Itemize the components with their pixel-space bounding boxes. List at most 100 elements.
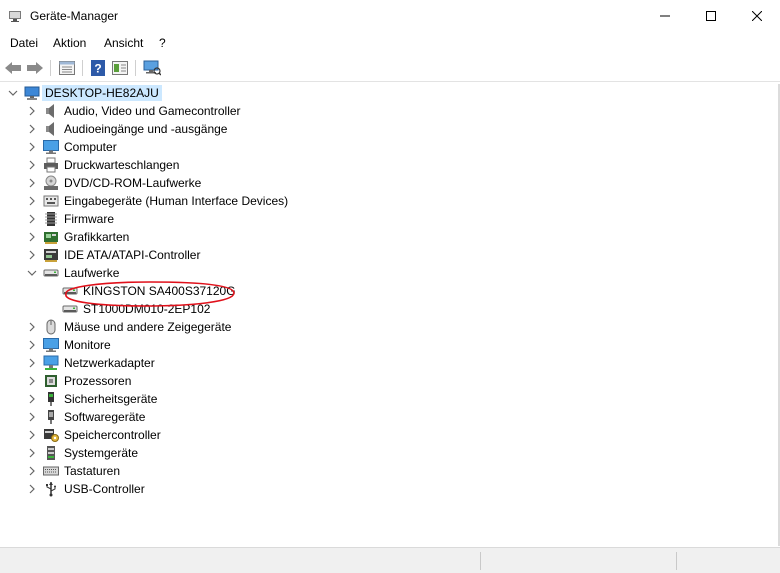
tree-category[interactable]: DVD/CD-ROM-Laufwerke <box>0 174 770 192</box>
properties-icon <box>59 61 75 75</box>
display-adapter-icon <box>44 232 58 244</box>
chevron-right-icon[interactable] <box>27 106 37 116</box>
chevron-right-icon[interactable] <box>27 376 37 386</box>
status-bar <box>0 547 780 573</box>
chevron-right-icon[interactable] <box>27 178 37 188</box>
back-button[interactable] <box>3 59 23 77</box>
category-label: Netzwerkadapter <box>64 356 155 370</box>
chevron-right-icon[interactable] <box>27 394 37 404</box>
chevron-right-icon[interactable] <box>27 160 37 170</box>
svg-text:?: ? <box>94 62 101 76</box>
chevron-right-icon[interactable] <box>27 466 37 476</box>
device-tree: DESKTOP-HE82AJU Audio, Video und Gamecont… <box>0 84 778 546</box>
chevron-right-icon[interactable] <box>27 142 37 152</box>
chevron-down-icon[interactable] <box>27 268 37 278</box>
device-manager-icon <box>9 11 21 22</box>
tree-category[interactable]: Audioeingänge und -ausgänge <box>0 120 770 138</box>
maximize-icon <box>706 11 716 21</box>
category-label: Audioeingänge und -ausgänge <box>64 122 228 136</box>
tree-category[interactable]: Speichercontroller <box>0 426 770 444</box>
tree-category[interactable]: Firmware <box>0 210 770 228</box>
processor-icon <box>45 375 57 387</box>
chevron-right-icon[interactable] <box>27 322 37 332</box>
close-button[interactable] <box>734 0 780 32</box>
forward-button[interactable] <box>25 59 45 77</box>
category-label: Speichercontroller <box>64 428 161 442</box>
chevron-down-icon[interactable] <box>8 88 18 98</box>
category-label: Systemgeräte <box>64 446 139 460</box>
category-label: Tastaturen <box>64 464 121 478</box>
title-bar: Geräte-Manager <box>0 0 780 32</box>
category-label: Prozessoren <box>64 374 132 388</box>
help-button[interactable]: ? <box>88 59 108 77</box>
menu-bar: Datei Aktion Ansicht ? <box>0 33 780 53</box>
show-hidden-icon <box>112 61 128 75</box>
minimize-button[interactable] <box>642 0 688 32</box>
storage-controller-icon <box>44 429 59 442</box>
tree-category[interactable]: Monitore <box>0 336 770 354</box>
tree-category[interactable]: Netzwerkadapter <box>0 354 770 372</box>
tree-category[interactable]: Tastaturen <box>0 462 770 480</box>
properties-button[interactable] <box>57 59 77 77</box>
category-label: DVD/CD-ROM-Laufwerke <box>64 176 202 190</box>
tree-category[interactable]: Systemgeräte <box>0 444 770 462</box>
category-label: Druckwarteschlangen <box>64 158 180 172</box>
usb-icon <box>46 482 56 497</box>
chevron-right-icon[interactable] <box>27 214 37 224</box>
menu-ansicht[interactable]: Ansicht <box>104 36 143 50</box>
menu-help[interactable]: ? <box>159 36 166 50</box>
chevron-right-icon[interactable] <box>27 448 37 458</box>
toolbar: ? <box>0 55 780 82</box>
menu-datei[interactable]: Datei <box>10 36 38 50</box>
chevron-right-icon[interactable] <box>27 124 37 134</box>
chevron-right-icon[interactable] <box>27 358 37 368</box>
category-label: Computer <box>64 140 117 154</box>
status-divider <box>480 552 481 570</box>
toolbar-separator <box>135 60 136 76</box>
category-label: Sicherheitsgeräte <box>64 392 158 406</box>
show-hidden-button[interactable] <box>110 59 130 77</box>
chevron-right-icon[interactable] <box>27 232 37 242</box>
help-icon: ? <box>91 60 105 76</box>
close-icon <box>752 11 762 21</box>
chevron-right-icon[interactable] <box>27 340 37 350</box>
root-label: DESKTOP-HE82AJU <box>42 85 162 101</box>
tree-category[interactable]: Eingabegeräte (Human Interface Devices) <box>0 192 770 210</box>
annotation-ellipse <box>65 281 235 307</box>
computer-icon <box>24 86 40 100</box>
keyboard-icon <box>43 466 59 476</box>
chevron-right-icon[interactable] <box>27 430 37 440</box>
monitor-icon <box>43 140 59 154</box>
category-label: Grafikkarten <box>64 230 130 244</box>
tree-root[interactable]: DESKTOP-HE82AJU <box>0 84 770 102</box>
chevron-right-icon[interactable] <box>27 250 37 260</box>
maximize-button[interactable] <box>688 0 734 32</box>
tree-category[interactable]: Druckwarteschlangen <box>0 156 770 174</box>
toolbar-separator <box>82 60 83 76</box>
category-label: Mäuse und andere Zeigegeräte <box>64 320 232 334</box>
speaker-icon <box>46 104 54 118</box>
monitor-icon <box>43 338 59 352</box>
window-title: Geräte-Manager <box>30 9 119 23</box>
tree-category[interactable]: USB-Controller <box>0 480 770 498</box>
tree-category[interactable]: Softwaregeräte <box>0 408 770 426</box>
scan-hardware-button[interactable] <box>142 59 162 77</box>
chevron-right-icon[interactable] <box>27 484 37 494</box>
status-divider <box>676 552 677 570</box>
chevron-right-icon[interactable] <box>27 196 37 206</box>
tree-category[interactable]: Prozessoren <box>0 372 770 390</box>
menu-aktion[interactable]: Aktion <box>53 36 86 50</box>
tree-category[interactable]: Computer <box>0 138 770 156</box>
software-device-icon <box>48 410 54 424</box>
category-label: Firmware <box>64 212 114 226</box>
tree-category[interactable]: Audio, Video und Gamecontroller <box>0 102 770 120</box>
tree-category[interactable]: IDE ATA/ATAPI-Controller <box>0 246 770 264</box>
network-icon <box>43 355 59 370</box>
forward-arrow-icon <box>27 62 43 74</box>
tree-category[interactable]: Sicherheitsgeräte <box>0 390 770 408</box>
category-label: USB-Controller <box>64 482 145 496</box>
chevron-right-icon[interactable] <box>27 412 37 422</box>
tree-category[interactable]: Mäuse und andere Zeigegeräte <box>0 318 770 336</box>
tree-category[interactable]: Grafikkarten <box>0 228 770 246</box>
category-label: Laufwerke <box>64 266 120 280</box>
